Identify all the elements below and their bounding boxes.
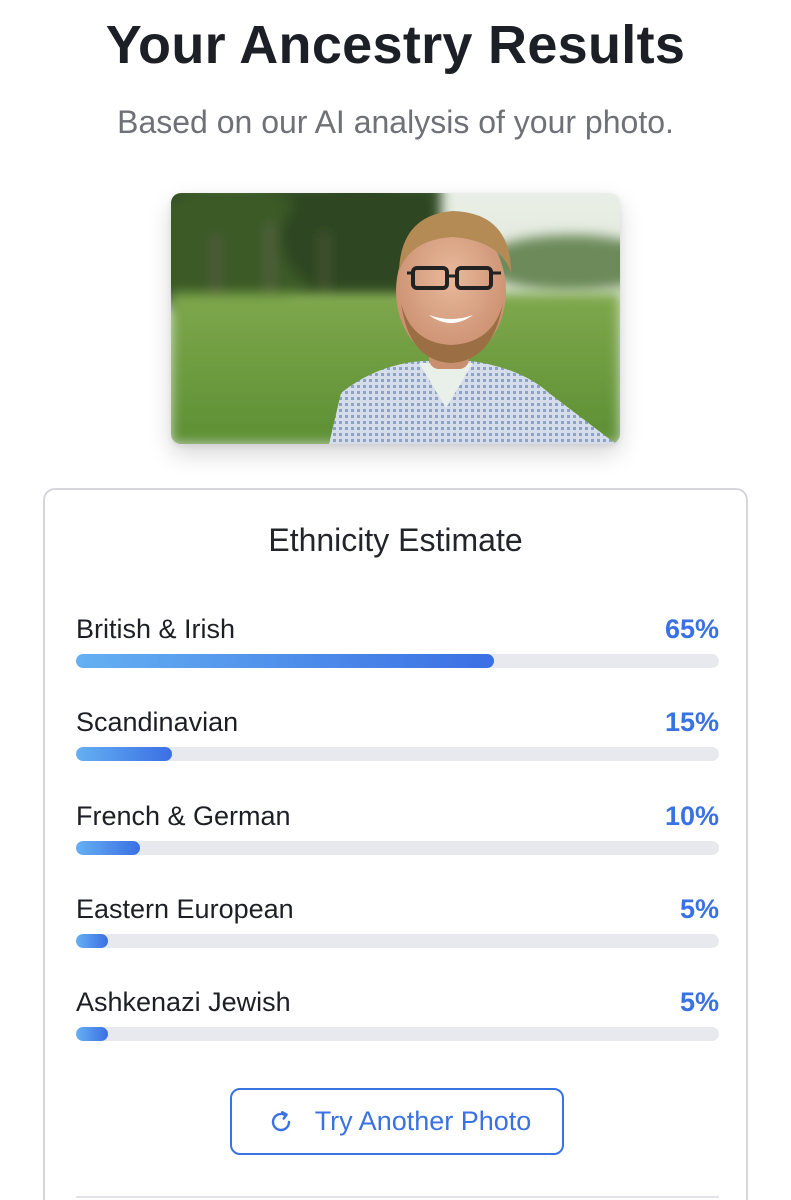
ethnicity-percent: 65% <box>664 614 719 644</box>
ethnicity-row: Scandinavian 15% <box>76 707 719 777</box>
progress-track <box>76 747 719 761</box>
ethnicity-percent: 15% <box>664 707 719 737</box>
ethnicity-percent: 10% <box>664 801 719 831</box>
ethnicity-label: Eastern European <box>76 894 294 924</box>
ethnicity-label: British & Irish <box>76 614 236 644</box>
page-title: Your Ancestry Results <box>105 15 686 75</box>
ethnicity-label: French & German <box>76 801 291 831</box>
progress-fill <box>76 1027 109 1041</box>
progress-fill <box>76 747 173 761</box>
progress-track <box>76 841 719 855</box>
ethnicity-row: British & Irish 65% <box>76 614 719 684</box>
try-another-photo-button[interactable]: Try Another Photo <box>230 1088 564 1155</box>
progress-fill <box>76 841 141 855</box>
progress-fill <box>76 934 109 948</box>
ethnicity-label: Scandinavian <box>76 707 239 737</box>
divider <box>76 1196 719 1198</box>
try-another-photo-label: Try Another Photo <box>314 1106 532 1136</box>
progress-track <box>76 654 719 668</box>
progress-fill <box>76 654 494 668</box>
refresh-icon <box>271 1110 290 1131</box>
card-title: Ethnicity Estimate <box>268 522 523 558</box>
ethnicity-card: Ethnicity Estimate British & Irish 65% S… <box>43 488 748 1200</box>
uploaded-photo <box>171 193 620 444</box>
ethnicity-row: Ashkenazi Jewish 5% <box>76 987 719 1057</box>
ethnicity-row: French & German 10% <box>76 801 719 871</box>
ethnicity-label: Ashkenazi Jewish <box>76 987 291 1017</box>
ethnicity-row: Eastern European 5% <box>76 894 719 964</box>
progress-track <box>76 934 719 948</box>
ethnicity-percent: 5% <box>679 987 719 1017</box>
results-page: Your Ancestry Results Based on our AI an… <box>0 0 791 1200</box>
page-subtitle: Based on our AI analysis of your photo. <box>117 104 674 140</box>
ethnicity-percent: 5% <box>679 894 719 924</box>
portrait-photo <box>171 193 620 444</box>
progress-track <box>76 1027 719 1041</box>
